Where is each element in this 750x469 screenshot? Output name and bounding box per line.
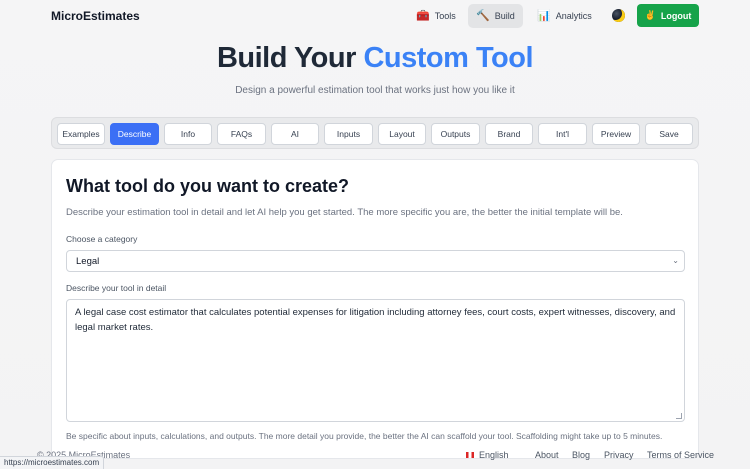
nav-tools-link[interactable]: 🧰 Tools xyxy=(408,4,464,28)
category-select[interactable]: Legal ⌄ xyxy=(66,250,685,272)
nav-tools-label: Tools xyxy=(434,11,456,21)
describe-card: What tool do you want to create? Describ… xyxy=(51,159,699,459)
moon-icon[interactable] xyxy=(612,9,625,22)
footer-link-blog[interactable]: Blog xyxy=(572,450,590,460)
category-value: Legal xyxy=(76,255,100,267)
title-main: Build Your xyxy=(216,42,364,74)
title-accent: Custom Tool xyxy=(363,42,534,74)
tab-examples[interactable]: Examples xyxy=(57,123,105,145)
canada-flag-icon xyxy=(466,452,474,458)
tool-description-text: A legal case cost estimator that calcula… xyxy=(75,307,676,333)
logout-button[interactable]: ✌️ Logout xyxy=(637,4,699,27)
detail-label: Describe your tool in detail xyxy=(66,283,167,293)
tab-layout[interactable]: Layout xyxy=(378,123,426,145)
footer-link-terms[interactable]: Terms of Service xyxy=(647,450,714,460)
card-description: Describe your estimation tool in detail … xyxy=(66,207,623,218)
nav-analytics-link[interactable]: 📊 Analytics xyxy=(529,4,600,28)
page-subtitle: Design a powerful estimation tool that w… xyxy=(235,85,515,96)
language-label: English xyxy=(479,450,509,460)
nav-build-link[interactable]: 🔨 Build xyxy=(468,4,523,28)
logout-label: Logout xyxy=(660,10,692,21)
page-footer: © 2025 MicroEstimates English About Blog… xyxy=(0,445,750,469)
footer-link-about[interactable]: About xyxy=(535,450,559,460)
victory-hand-icon: ✌️ xyxy=(644,10,656,20)
tab-faqs[interactable]: FAQs xyxy=(217,123,266,145)
tab-ai[interactable]: AI xyxy=(271,123,319,145)
tool-description-textarea[interactable]: A legal case cost estimator that calcula… xyxy=(66,299,685,422)
language-selector[interactable]: English xyxy=(466,450,509,460)
chevron-updown-icon: ⌄ xyxy=(672,256,679,265)
card-heading: What tool do you want to create? xyxy=(66,176,349,196)
brand-logo[interactable]: MicroEstimates xyxy=(51,9,140,23)
toolbox-icon: 🧰 xyxy=(416,9,430,22)
resize-grip-icon[interactable] xyxy=(676,413,682,419)
nav-build-label: Build xyxy=(494,11,515,21)
page-title: Build Your Custom Tool xyxy=(0,42,750,75)
builder-tabs: Examples Describe Info FAQs AI Inputs La… xyxy=(51,117,699,149)
category-label: Choose a category xyxy=(66,234,138,244)
nav-analytics-label: Analytics xyxy=(555,11,592,21)
tab-describe[interactable]: Describe xyxy=(110,123,159,145)
tab-preview[interactable]: Preview xyxy=(592,123,640,145)
tab-brand[interactable]: Brand xyxy=(485,123,533,145)
hammer-icon: 🔨 xyxy=(476,9,490,22)
tab-outputs[interactable]: Outputs xyxy=(431,123,480,145)
tab-save[interactable]: Save xyxy=(645,123,693,145)
status-bar-url: https://microestimates.com xyxy=(0,456,105,469)
top-navbar: MicroEstimates 🧰 Tools 🔨 Build 📊 Analyti… xyxy=(0,0,750,32)
bar-chart-icon: 📊 xyxy=(537,9,551,22)
helper-text: Be specific about inputs, calculations, … xyxy=(66,431,663,441)
tab-inputs[interactable]: Inputs xyxy=(324,123,373,145)
tab-info[interactable]: Info xyxy=(164,123,212,145)
footer-link-privacy[interactable]: Privacy xyxy=(604,450,634,460)
tab-intl[interactable]: Int'l xyxy=(538,123,587,145)
